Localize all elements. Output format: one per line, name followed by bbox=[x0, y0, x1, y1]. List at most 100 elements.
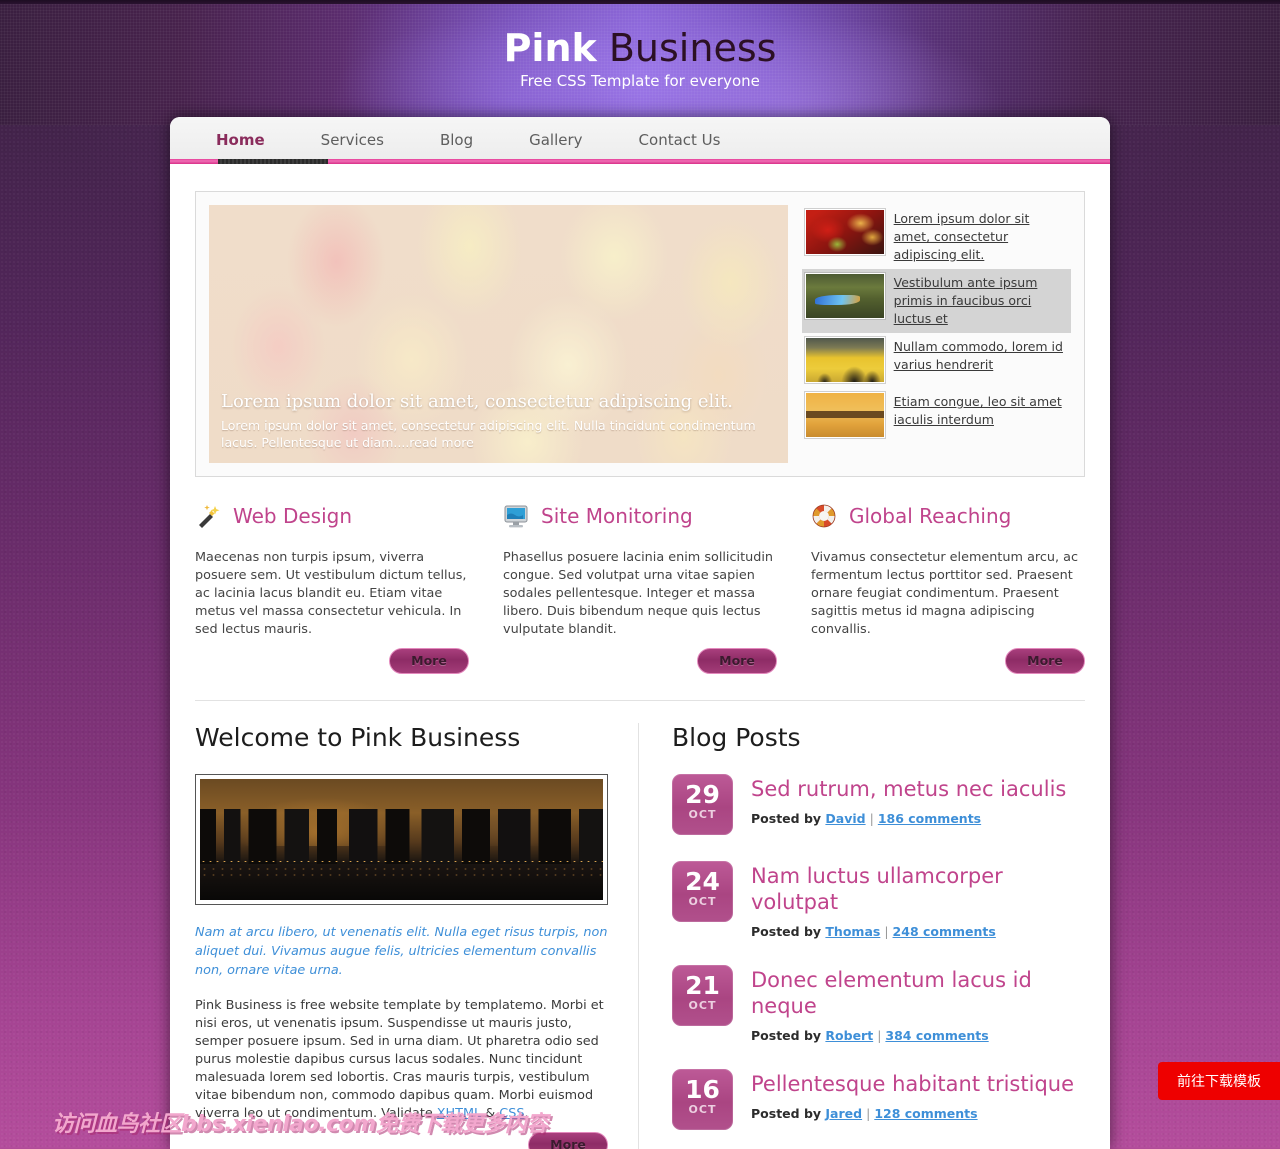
main-container: Home Services Blog Gallery Contact Us Lo… bbox=[170, 117, 1110, 1149]
post-body: Sed rutrum, metus nec iaculis Posted by … bbox=[751, 774, 1066, 826]
news-item-text: Lorem ipsum dolor sit amet, consectetur … bbox=[894, 209, 1067, 264]
news-item-link[interactable]: Nullam commodo, lorem id varius hendreri… bbox=[894, 339, 1063, 372]
site-branding: Pink Business Free CSS Template for ever… bbox=[0, 26, 1280, 90]
nav-links: Home Services Blog Gallery Contact Us bbox=[170, 117, 1110, 164]
slider-caption-body: Lorem ipsum dolor sit amet, consectetur … bbox=[221, 418, 756, 450]
feature-site-monitoring: Site Monitoring Phasellus posuere lacini… bbox=[503, 499, 777, 674]
post-title[interactable]: Pellentesque habitant tristique bbox=[751, 1071, 1074, 1097]
download-template-button[interactable]: 前往下载模板 bbox=[1158, 1062, 1280, 1100]
post-comments-link[interactable]: 248 comments bbox=[893, 924, 996, 939]
nav-item-gallery[interactable]: Gallery bbox=[501, 117, 610, 164]
news-item[interactable]: Etiam congue, leo sit amet iaculis inter… bbox=[802, 388, 1071, 443]
nav-item-home[interactable]: Home bbox=[188, 117, 293, 164]
post-title-text: Pellentesque habitant tristique bbox=[751, 1072, 1074, 1096]
post-date-badge: 29 OCT bbox=[672, 774, 733, 835]
site-header: Pink Business Free CSS Template for ever… bbox=[0, 0, 1280, 125]
news-item-link[interactable]: Vestibulum ante ipsum primis in faucibus… bbox=[894, 275, 1038, 326]
slider-caption-text: Lorem ipsum dolor sit amet, consectetur … bbox=[221, 417, 776, 451]
post-meta: Posted by Thomas | 248 comments bbox=[751, 924, 1080, 939]
feature-web-design: Web Design Maecenas non turpis ipsum, vi… bbox=[195, 499, 469, 674]
slider-news-list: Lorem ipsum dolor sit amet, consectetur … bbox=[801, 205, 1071, 463]
post-month: OCT bbox=[688, 1103, 717, 1116]
post-author-link[interactable]: David bbox=[825, 811, 865, 826]
nav-item-contact-us[interactable]: Contact Us bbox=[611, 117, 749, 164]
feature-text: Vivamus consectetur elementum arcu, ac f… bbox=[811, 550, 1079, 637]
city-skyline-image bbox=[200, 779, 603, 900]
feature-columns: Web Design Maecenas non turpis ipsum, vi… bbox=[195, 499, 1085, 701]
post-date-badge: 16 OCT bbox=[672, 1069, 733, 1130]
post-author-link[interactable]: Robert bbox=[825, 1028, 873, 1043]
feature-more-wrap: More bbox=[195, 648, 469, 674]
welcome-intro: Nam at arcu libero, ut venenatis elit. N… bbox=[195, 925, 608, 978]
meta-separator: | bbox=[866, 1106, 871, 1121]
more-button[interactable]: More bbox=[1005, 648, 1085, 674]
post-date-badge: 24 OCT bbox=[672, 861, 733, 922]
post-body: Nam luctus ullamcorper volutpat Posted b… bbox=[751, 861, 1080, 939]
post-author-link[interactable]: Thomas bbox=[825, 924, 880, 939]
navigation-bar: Home Services Blog Gallery Contact Us bbox=[170, 117, 1110, 164]
post-month: OCT bbox=[688, 999, 717, 1012]
feature-title: Global Reaching bbox=[849, 504, 1012, 528]
post-day: 24 bbox=[685, 867, 720, 896]
post-meta: Posted by Jared | 128 comments bbox=[751, 1106, 1074, 1121]
feature-header: Web Design bbox=[195, 499, 469, 533]
news-item[interactable]: Nullam commodo, lorem id varius hendreri… bbox=[802, 333, 1071, 388]
news-item-link[interactable]: Etiam congue, leo sit amet iaculis inter… bbox=[894, 394, 1062, 427]
post-meta: Posted by David | 186 comments bbox=[751, 811, 1066, 826]
magic-wand-icon bbox=[195, 503, 221, 529]
nav-underline bbox=[170, 159, 1110, 164]
meta-separator: | bbox=[877, 1028, 882, 1043]
news-item-text: Vestibulum ante ipsum primis in faucibus… bbox=[894, 273, 1067, 328]
news-thumbnail-icon bbox=[803, 336, 886, 384]
post-month: OCT bbox=[688, 895, 717, 908]
blog-post: 29 OCT Sed rutrum, metus nec iaculis Pos… bbox=[672, 774, 1080, 835]
welcome-body: Pink Business is free website template b… bbox=[195, 997, 608, 1123]
site-title-business: Business bbox=[596, 26, 777, 70]
news-thumbnail-icon bbox=[803, 391, 886, 439]
posted-by-label: Posted by bbox=[751, 1106, 822, 1121]
welcome-heading: Welcome to Pink Business bbox=[195, 723, 521, 752]
feature-header: Global Reaching bbox=[811, 499, 1085, 533]
blog-heading: Blog Posts bbox=[672, 723, 801, 752]
slider[interactable]: Lorem ipsum dolor sit amet, consectetur … bbox=[209, 205, 788, 463]
site-title-pink: Pink bbox=[503, 26, 597, 70]
nav-item-blog[interactable]: Blog bbox=[412, 117, 501, 164]
post-comments-link[interactable]: 384 comments bbox=[885, 1028, 988, 1043]
post-body: Pellentesque habitant tristique Posted b… bbox=[751, 1069, 1074, 1121]
slider-read-more-link[interactable]: read more bbox=[409, 435, 474, 450]
news-thumbnail-icon bbox=[803, 272, 886, 320]
post-title-text: Donec elementum lacus id neque bbox=[751, 968, 1032, 1018]
post-comments-link[interactable]: 186 comments bbox=[878, 811, 981, 826]
water-reflections-layer bbox=[200, 866, 603, 879]
blog-post: 24 OCT Nam luctus ullamcorper volutpat P… bbox=[672, 861, 1080, 939]
posted-by-label: Posted by bbox=[751, 1028, 822, 1043]
news-thumbnail-icon bbox=[803, 208, 886, 256]
posted-by-label: Posted by bbox=[751, 811, 822, 826]
post-author-link[interactable]: Jared bbox=[825, 1106, 862, 1121]
more-button[interactable]: More bbox=[389, 648, 469, 674]
nav-item-services[interactable]: Services bbox=[293, 117, 412, 164]
nav-active-indicator bbox=[218, 159, 328, 164]
post-title[interactable]: Sed rutrum, metus nec iaculis bbox=[751, 776, 1066, 802]
post-title[interactable]: Donec elementum lacus id neque bbox=[751, 967, 1080, 1019]
post-title[interactable]: Nam luctus ullamcorper volutpat bbox=[751, 863, 1080, 915]
site-title: Pink Business bbox=[0, 26, 1280, 70]
more-button[interactable]: More bbox=[697, 648, 777, 674]
feature-title: Web Design bbox=[233, 504, 353, 528]
news-item-link[interactable]: Lorem ipsum dolor sit amet, consectetur … bbox=[894, 211, 1030, 262]
post-day: 16 bbox=[685, 1075, 720, 1104]
blog-post: 16 OCT Pellentesque habitant tristique P… bbox=[672, 1069, 1080, 1130]
post-month: OCT bbox=[688, 808, 717, 821]
welcome-image-frame bbox=[195, 774, 608, 905]
feature-more-wrap: More bbox=[811, 648, 1085, 674]
slider-caption-title: Lorem ipsum dolor sit amet, consectetur … bbox=[221, 391, 733, 412]
post-day: 21 bbox=[685, 971, 720, 1000]
posted-by-label: Posted by bbox=[751, 924, 822, 939]
meta-separator: | bbox=[884, 924, 889, 939]
site-tagline: Free CSS Template for everyone bbox=[520, 72, 760, 90]
news-item[interactable]: Vestibulum ante ipsum primis in faucibus… bbox=[801, 269, 1071, 333]
post-comments-link[interactable]: 128 comments bbox=[874, 1106, 977, 1121]
welcome-column: Welcome to Pink Business Nam at arcu lib… bbox=[195, 723, 638, 1149]
news-item[interactable]: Lorem ipsum dolor sit amet, consectetur … bbox=[802, 205, 1071, 269]
post-title-text: Sed rutrum, metus nec iaculis bbox=[751, 777, 1067, 801]
